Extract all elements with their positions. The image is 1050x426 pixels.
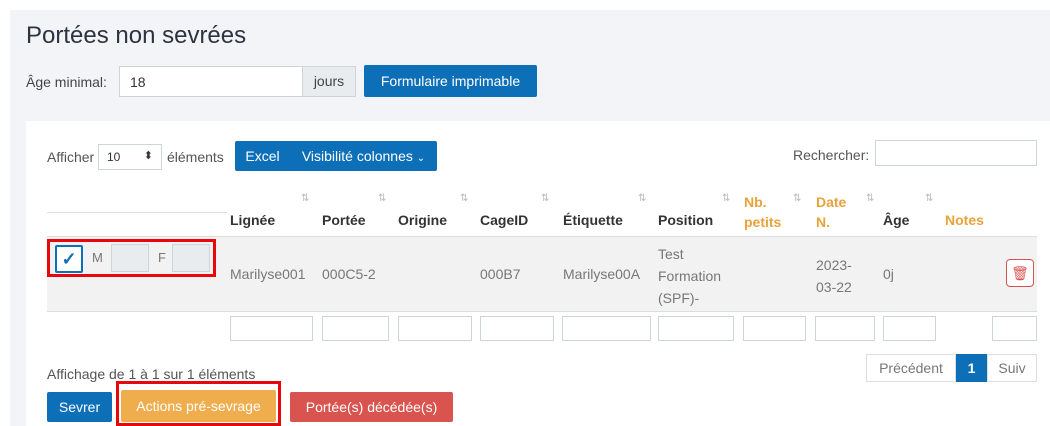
column-header-etiquette[interactable]: Étiquette	[563, 212, 623, 228]
sort-icon[interactable]: ⇅	[301, 193, 309, 204]
highlight-frame-pre-weaning	[116, 381, 281, 426]
filter-input-date[interactable]	[815, 316, 875, 341]
sort-icon[interactable]: ⇅	[541, 193, 549, 204]
age-minimal-label: Âge minimal:	[26, 74, 107, 90]
column-header-nb-petits-line1: Nb.	[744, 194, 767, 210]
sort-icon[interactable]: ⇅	[378, 193, 386, 204]
cell-date: 2023- 03-22	[816, 254, 852, 298]
page-title: Portées non sevrées	[26, 22, 247, 49]
filter-input-notes[interactable]	[992, 316, 1037, 341]
page-length-value: 10	[107, 150, 121, 164]
sort-icon[interactable]: ⇅	[460, 193, 468, 204]
pagination-next[interactable]: Suiv	[987, 354, 1037, 382]
filter-input-etiquette[interactable]	[562, 316, 651, 341]
cell-position-line2: Formation	[658, 268, 722, 284]
age-minimal-input[interactable]	[119, 66, 303, 97]
trash-icon: 🗑	[1011, 265, 1029, 281]
column-header-lignee[interactable]: Lignée	[230, 212, 275, 228]
cell-etiquette: Marilyse00A	[563, 266, 641, 282]
column-visibility-label: Visibilité colonnes	[301, 148, 413, 164]
excel-button[interactable]: Excel	[235, 141, 290, 171]
filter-input-portee[interactable]	[322, 316, 389, 341]
column-header-date-line2: N.	[816, 214, 830, 230]
cell-date-line1: 2023-	[816, 257, 852, 273]
select-arrows-icon: ⬍	[143, 150, 153, 162]
cell-position-line1: Test	[658, 246, 684, 262]
column-header-date[interactable]: Date N.	[816, 192, 846, 232]
show-entries-label: Afficher	[47, 149, 95, 165]
cell-position-line3: (SPF)-	[658, 290, 700, 306]
column-header-nb-petits[interactable]: Nb. petits	[744, 192, 781, 232]
pagination-previous[interactable]: Précédent	[866, 354, 956, 382]
age-unit-addon: jours	[302, 66, 356, 97]
sort-icon[interactable]: ⇅	[793, 193, 801, 204]
cell-lignee: Marilyse001	[230, 266, 306, 282]
filter-input-nb-petits[interactable]	[743, 316, 806, 341]
filter-input-lignee[interactable]	[230, 316, 313, 341]
pagination-page-1[interactable]: 1	[956, 354, 987, 382]
header-divider	[47, 212, 227, 213]
search-label: Rechercher:	[793, 147, 870, 163]
cell-position: Test Formation (SPF)-	[658, 243, 721, 309]
page-length-select[interactable]: 10 ⬍	[98, 144, 162, 170]
column-visibility-button[interactable]: Visibilité colonnes ⌄	[290, 141, 437, 171]
column-header-origine[interactable]: Origine	[398, 212, 447, 228]
filter-input-age[interactable]	[883, 316, 936, 341]
printable-form-button[interactable]: Formulaire imprimable	[364, 65, 537, 97]
serve-button[interactable]: Sevrer	[47, 392, 112, 422]
column-header-portee[interactable]: Portée	[322, 212, 366, 228]
filter-input-origine[interactable]	[398, 316, 472, 341]
column-header-nb-petits-line2: petits	[744, 214, 782, 230]
sort-icon[interactable]: ⇅	[638, 193, 646, 204]
column-header-cageid[interactable]: CageID	[480, 212, 528, 228]
filter-input-position[interactable]	[658, 316, 734, 341]
table-info-text: Affichage de 1 à 1 sur 1 éléments	[47, 366, 256, 382]
cell-age: 0j	[883, 266, 894, 282]
row-bottom-border	[47, 311, 1037, 312]
chevron-down-icon: ⌄	[416, 153, 426, 164]
delete-button[interactable]: 🗑	[1006, 259, 1034, 287]
cell-cageid: 000B7	[480, 266, 521, 282]
column-header-position[interactable]: Position	[658, 212, 713, 228]
sort-icon[interactable]: ⇅	[722, 193, 730, 204]
sort-icon[interactable]: ⇅	[925, 193, 933, 204]
column-header-notes[interactable]: Notes	[945, 212, 984, 228]
cell-date-line2: 03-22	[816, 279, 852, 295]
show-entries-suffix: éléments	[167, 149, 224, 165]
sort-icon[interactable]: ⇅	[866, 193, 874, 204]
column-header-date-line1: Date	[816, 194, 847, 210]
deceased-litters-button[interactable]: Portée(s) décédée(s)	[290, 392, 453, 422]
search-input[interactable]	[875, 140, 1037, 166]
cell-portee: 000C5-2	[322, 266, 376, 282]
column-header-age[interactable]: Âge	[883, 212, 909, 228]
filter-input-cageid[interactable]	[480, 316, 554, 341]
highlight-frame-sex-counts	[47, 239, 216, 277]
